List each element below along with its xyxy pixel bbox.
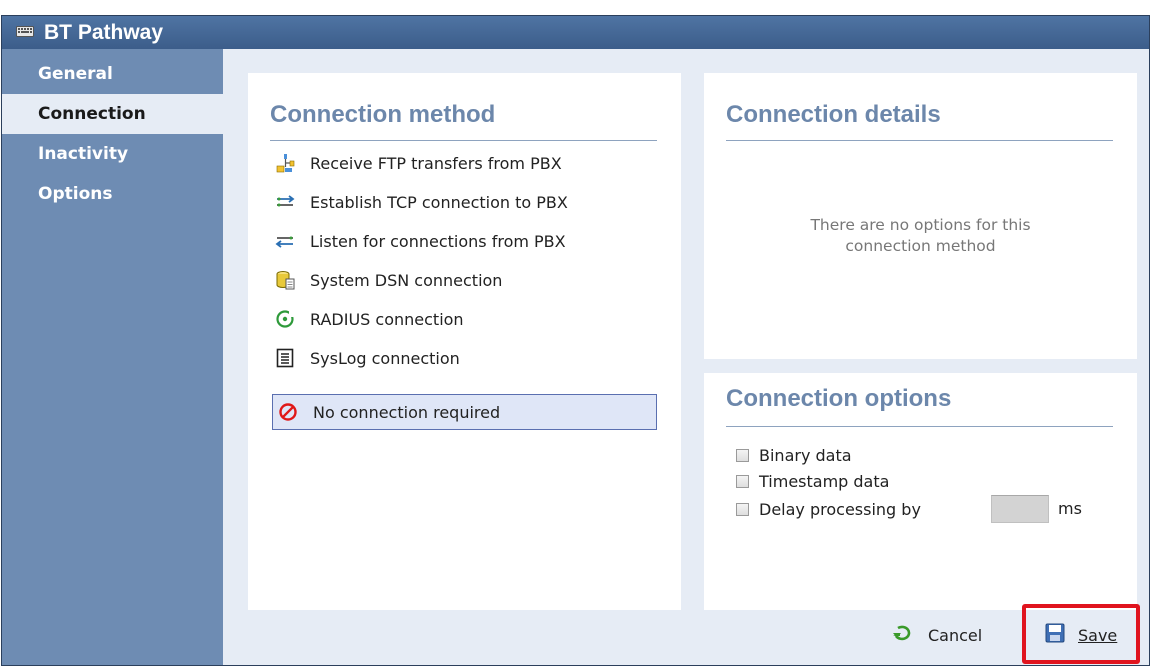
cancel-label: Cancel	[928, 625, 983, 645]
connection-details-panel: Connection details There are no options …	[704, 73, 1137, 359]
method-dsn[interactable]: System DSN connection	[270, 263, 655, 297]
sidebar-item-connection[interactable]: Connection	[2, 94, 223, 134]
method-ftp-label: Receive FTP transfers from PBX	[310, 153, 562, 173]
method-dsn-label: System DSN connection	[310, 270, 503, 290]
window-title: BT Pathway	[44, 20, 164, 44]
timestamp-data-label: Timestamp data	[759, 471, 890, 491]
method-none[interactable]: No connection required	[272, 394, 657, 430]
tcp-listen-icon	[274, 230, 296, 252]
delay-processing-checkbox[interactable]	[736, 502, 749, 516]
connection-details-heading: Connection details	[726, 101, 941, 128]
settings-window: BT Pathway General Connection Inactivity…	[1, 15, 1150, 666]
sidebar-item-general[interactable]: General	[2, 54, 223, 94]
keyboard-icon	[16, 23, 34, 42]
connection-options-panel: Connection options Binary data Timestamp…	[704, 359, 1137, 610]
delay-processing-label: Delay processing by	[759, 499, 921, 519]
binary-data-row: Binary data	[736, 443, 852, 467]
database-icon	[274, 269, 296, 291]
method-radius[interactable]: RADIUS connection	[270, 302, 655, 336]
method-radius-label: RADIUS connection	[310, 309, 464, 329]
sidebar: General Connection Inactivity Options	[2, 49, 223, 665]
binary-data-label: Binary data	[759, 445, 852, 465]
method-none-label: No connection required	[313, 402, 501, 422]
method-tcp-establish-label: Establish TCP connection to PBX	[310, 192, 568, 212]
divider	[726, 140, 1113, 141]
syslog-document-icon	[274, 347, 296, 369]
sidebar-item-options[interactable]: Options	[2, 174, 223, 214]
connection-options-heading: Connection options	[726, 385, 952, 412]
connection-method-panel: Connection method Receive FTP transfers …	[248, 73, 681, 610]
no-entry-icon	[277, 401, 299, 423]
delay-processing-row: Delay processing by	[736, 497, 921, 521]
timestamp-data-row: Timestamp data	[736, 469, 889, 493]
method-tcp-listen-label: Listen for connections from PBX	[310, 231, 566, 251]
ftp-transfer-icon	[274, 152, 296, 174]
timestamp-data-checkbox[interactable]	[736, 474, 749, 488]
sidebar-item-inactivity[interactable]: Inactivity	[2, 134, 223, 174]
delay-unit-label: ms	[1058, 499, 1082, 518]
title-bar: BT Pathway	[2, 16, 1149, 49]
divider	[726, 426, 1113, 427]
binary-data-checkbox[interactable]	[736, 448, 749, 462]
method-syslog[interactable]: SysLog connection	[270, 341, 655, 375]
tcp-connect-icon	[274, 191, 296, 213]
delay-ms-input[interactable]	[991, 495, 1049, 523]
save-highlight-box	[1022, 604, 1140, 664]
method-syslog-label: SysLog connection	[310, 348, 460, 368]
method-tcp-establish[interactable]: Establish TCP connection to PBX	[270, 185, 655, 219]
method-tcp-listen[interactable]: Listen for connections from PBX	[270, 224, 655, 258]
divider	[270, 140, 657, 141]
no-options-line1: There are no options for this	[810, 216, 1031, 234]
cancel-button[interactable]: Cancel	[892, 624, 982, 646]
radius-icon	[274, 308, 296, 330]
no-options-line2: connection method	[845, 237, 996, 255]
cancel-icon	[892, 624, 912, 646]
method-ftp[interactable]: Receive FTP transfers from PBX	[270, 146, 655, 180]
connection-method-heading: Connection method	[270, 101, 496, 128]
no-options-message: There are no options for this connection…	[704, 215, 1137, 257]
